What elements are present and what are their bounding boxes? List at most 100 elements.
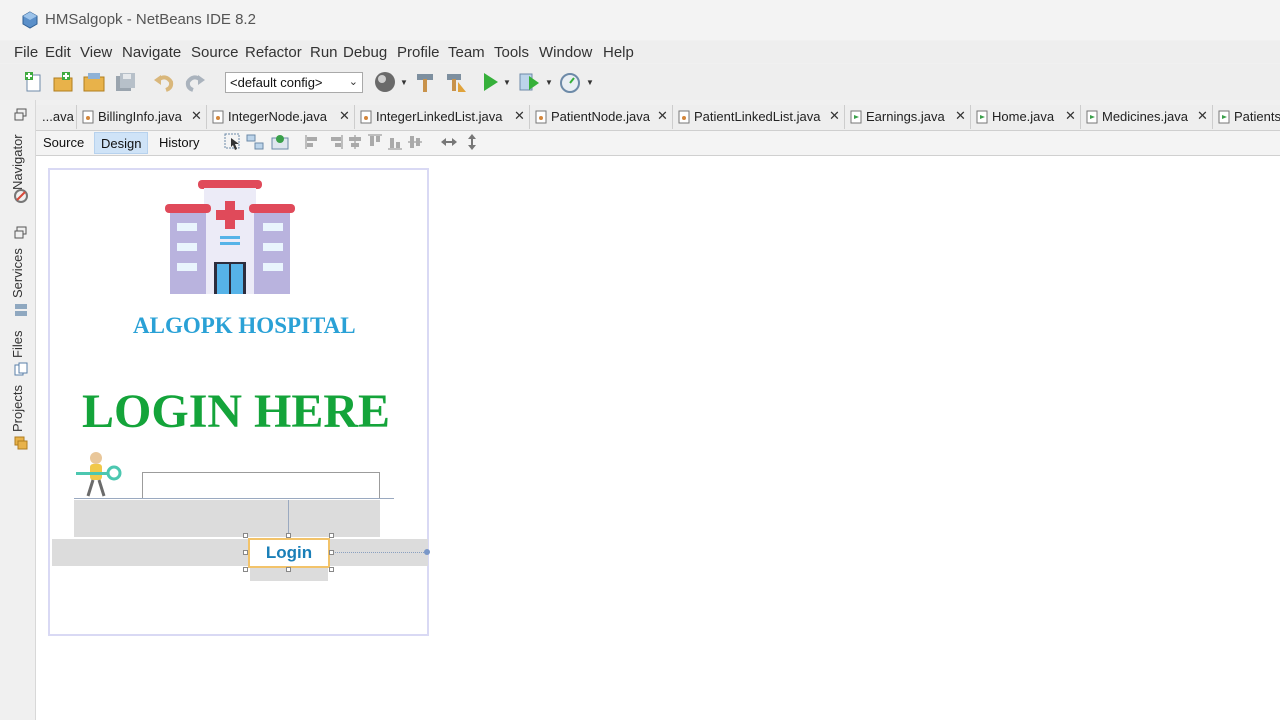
resize-handle[interactable] — [286, 567, 291, 572]
menu-tools[interactable]: Tools — [494, 44, 529, 61]
profile-dropdown-arrow-icon[interactable]: ▼ — [586, 78, 594, 87]
username-field[interactable] — [142, 472, 380, 499]
build-hammer-icon[interactable] — [413, 70, 437, 94]
clean-build-icon[interactable] — [444, 70, 468, 94]
tab-label: Medicines.java — [1102, 109, 1188, 124]
tab-patientnode[interactable]: PatientNode.java ✕ — [529, 105, 673, 129]
resize-horizontal-icon[interactable] — [440, 133, 458, 151]
close-icon[interactable]: ✕ — [514, 108, 525, 124]
restore-window-icon[interactable] — [14, 226, 28, 240]
tab-label: IntegerNode.java — [228, 109, 328, 124]
menu-team[interactable]: Team — [448, 44, 485, 61]
align-right-icon[interactable] — [326, 133, 344, 151]
hospital-building-icon[interactable] — [160, 178, 300, 296]
tab-integernode[interactable]: IntegerNode.java ✕ — [206, 105, 355, 129]
left-dock: Navigator Services Files Projects — [0, 100, 36, 720]
tab-medicines[interactable]: Medicines.java ✕ — [1080, 105, 1213, 129]
menu-bar: File Edit View Navigate Source Refactor … — [0, 41, 1280, 63]
close-icon[interactable]: ✕ — [955, 108, 966, 124]
login-heading-label[interactable]: LOGIN HERE — [82, 384, 390, 439]
restore-window-icon[interactable] — [14, 108, 28, 122]
tab-patientlinkedlist[interactable]: PatientLinkedList.java ✕ — [672, 105, 845, 129]
profile-icon[interactable] — [558, 70, 582, 94]
close-icon[interactable]: ✕ — [829, 108, 840, 124]
close-icon[interactable]: ✕ — [1197, 108, 1208, 124]
center-vertically-icon[interactable] — [406, 133, 424, 151]
tab-label: BillingInfo.java — [98, 109, 182, 124]
menu-window[interactable]: Window — [539, 44, 592, 61]
align-top-icon[interactable] — [366, 133, 384, 151]
java-file-icon — [212, 110, 224, 124]
projects-tab[interactable]: Projects — [10, 385, 25, 432]
resize-handle[interactable] — [243, 533, 248, 538]
resize-handle[interactable] — [243, 550, 248, 555]
tab-earnings[interactable]: Earnings.java ✕ — [844, 105, 971, 129]
center-horizontally-icon[interactable] — [346, 133, 364, 151]
tab-patients[interactable]: Patients — [1212, 105, 1280, 129]
window-title: HMSalgopk - NetBeans IDE 8.2 — [45, 11, 256, 28]
new-project-icon[interactable] — [51, 70, 75, 94]
menu-source[interactable]: Source — [191, 44, 239, 61]
browser-globe-icon[interactable] — [373, 70, 397, 94]
resize-handle[interactable] — [329, 550, 334, 555]
password-field-placeholder[interactable] — [74, 500, 380, 537]
tab-label: ...ava — [42, 109, 74, 124]
source-view-button[interactable]: Source — [37, 132, 90, 154]
resize-handle[interactable] — [329, 567, 334, 572]
history-view-button[interactable]: History — [153, 132, 205, 154]
preview-design-icon[interactable] — [271, 133, 289, 151]
debug-icon[interactable] — [517, 70, 541, 94]
menu-run[interactable]: Run — [310, 44, 338, 61]
redo-icon[interactable] — [183, 70, 207, 94]
undo-icon[interactable] — [152, 70, 176, 94]
editor-tab-bar: ...ava BillingInfo.java ✕ IntegerNode.ja… — [36, 105, 1280, 131]
menu-view[interactable]: View — [80, 44, 112, 61]
menu-refactor[interactable]: Refactor — [245, 44, 302, 61]
tab-integerlinkedlist[interactable]: IntegerLinkedList.java ✕ — [354, 105, 530, 129]
java-file-icon — [82, 110, 94, 124]
align-bottom-icon[interactable] — [386, 133, 404, 151]
menu-help[interactable]: Help — [603, 44, 634, 61]
close-icon[interactable]: ✕ — [339, 108, 350, 124]
menu-edit[interactable]: Edit — [45, 44, 71, 61]
design-view-button[interactable]: Design — [94, 132, 149, 154]
form-file-icon — [976, 110, 988, 124]
navigator-tab[interactable]: Navigator — [10, 134, 25, 190]
close-icon[interactable]: ✕ — [657, 108, 668, 124]
services-tab[interactable]: Services — [10, 248, 25, 298]
menu-debug[interactable]: Debug — [343, 44, 387, 61]
resize-handle[interactable] — [243, 567, 248, 572]
config-select[interactable]: <default config> ⌄ — [225, 72, 363, 93]
login-button[interactable]: Login — [248, 538, 330, 568]
new-file-icon[interactable] — [22, 70, 46, 94]
files-tab[interactable]: Files — [10, 331, 25, 358]
hospital-name-label[interactable]: ALGOPK HOSPITAL — [133, 313, 356, 339]
form-file-icon — [1218, 110, 1230, 124]
menu-navigate[interactable]: Navigate — [122, 44, 181, 61]
save-all-icon[interactable] — [113, 70, 137, 94]
java-file-icon — [360, 110, 372, 124]
browser-dropdown-arrow-icon[interactable]: ▼ — [400, 78, 408, 87]
selection-mode-icon[interactable] — [224, 133, 242, 151]
menu-file[interactable]: File — [14, 44, 38, 61]
anchor-dot — [424, 549, 430, 555]
resize-vertical-icon[interactable] — [463, 133, 481, 151]
tab-billinginfo[interactable]: BillingInfo.java ✕ — [76, 105, 207, 129]
tab-home[interactable]: Home.java ✕ — [970, 105, 1081, 129]
files-icon — [14, 362, 28, 376]
user-key-icon[interactable] — [74, 450, 124, 498]
run-dropdown-arrow-icon[interactable]: ▼ — [503, 78, 511, 87]
run-icon[interactable] — [478, 70, 502, 94]
close-icon[interactable]: ✕ — [191, 108, 202, 124]
close-icon[interactable]: ✕ — [1065, 108, 1076, 124]
editor-toolbar: Source Design History — [36, 131, 1280, 156]
menu-profile[interactable]: Profile — [397, 44, 440, 61]
open-project-icon[interactable] — [82, 70, 106, 94]
connection-mode-icon[interactable] — [246, 133, 264, 151]
resize-handle[interactable] — [329, 533, 334, 538]
java-file-icon — [535, 110, 547, 124]
align-left-icon[interactable] — [304, 133, 322, 151]
debug-dropdown-arrow-icon[interactable]: ▼ — [545, 78, 553, 87]
tab-truncated[interactable]: ...ava — [36, 105, 77, 129]
resize-handle[interactable] — [286, 533, 291, 538]
